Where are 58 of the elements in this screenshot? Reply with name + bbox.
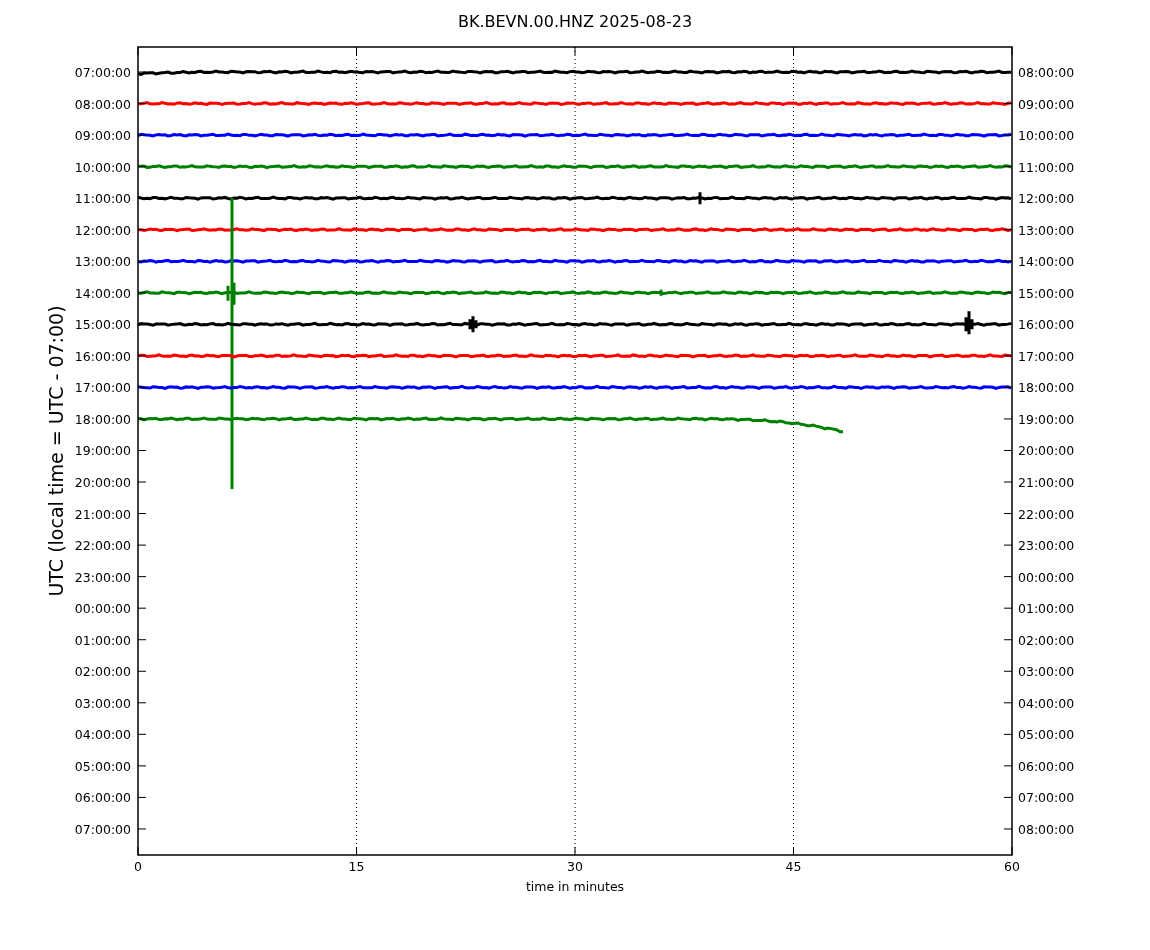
y-tick-label: 16:00:00 — [74, 348, 131, 364]
y-tick-label: 14:00:00 — [74, 285, 131, 301]
y-tick-label: 01:00:00 — [1018, 601, 1075, 617]
x-axis-label: time in minutes — [525, 879, 625, 894]
y-tick-label: 01:00:00 — [74, 632, 131, 648]
y-tick-label: 15:00:00 — [1018, 285, 1075, 301]
x-tick-label: 15 — [348, 859, 365, 874]
y-axis-label: UTC (local time = UTC - 07:00) — [45, 305, 67, 597]
y-tick-label: 03:00:00 — [1018, 664, 1075, 680]
y-tick-label: 02:00:00 — [1018, 632, 1075, 648]
y-tick-label: 20:00:00 — [74, 475, 131, 490]
y-tick-label: 03:00:00 — [74, 695, 131, 711]
y-tick-label: 11:00:00 — [1018, 159, 1075, 175]
x-tick-label: 60 — [1004, 859, 1020, 874]
x-tick-label: 30 — [567, 859, 583, 874]
y-tick-label: 09:00:00 — [1018, 96, 1075, 112]
y-tick-label: 21:00:00 — [74, 506, 131, 522]
y-tick-label: 08:00:00 — [1018, 65, 1075, 80]
y-tick-label: 12:00:00 — [1018, 191, 1075, 207]
y-tick-label: 11:00:00 — [74, 191, 131, 207]
x-tick-label: 45 — [785, 859, 802, 874]
y-tick-label: 07:00:00 — [74, 821, 131, 837]
y-tick-label: 10:00:00 — [1018, 128, 1075, 144]
plot-title: BK.BEVN.00.HNZ 2025-08-23 — [457, 12, 693, 31]
y-tick-label: 21:00:00 — [1018, 475, 1075, 490]
y-tick-label: 07:00:00 — [1018, 790, 1075, 806]
y-tick-label: 17:00:00 — [74, 380, 131, 396]
y-tick-label: 23:00:00 — [1018, 538, 1075, 554]
y-tick-label: 16:00:00 — [1018, 317, 1075, 333]
y-tick-label: 06:00:00 — [74, 790, 131, 806]
y-tick-label: 20:00:00 — [1018, 443, 1075, 459]
y-tick-label: 13:00:00 — [74, 254, 131, 270]
y-tick-label: 08:00:00 — [1018, 821, 1075, 837]
x-tick-label: 0 — [134, 859, 142, 874]
y-tick-label: 19:00:00 — [74, 443, 131, 459]
y-tick-label: 19:00:00 — [1018, 411, 1075, 427]
y-tick-label: 15:00:00 — [74, 317, 131, 333]
y-tick-label: 00:00:00 — [74, 601, 131, 617]
y-tick-label: 12:00:00 — [74, 222, 131, 238]
y-tick-label: 04:00:00 — [74, 727, 131, 743]
y-tick-label: 18:00:00 — [74, 411, 131, 427]
y-tick-label: 02:00:00 — [74, 664, 131, 680]
y-tick-label: 14:00:00 — [1018, 254, 1075, 270]
y-tick-label: 23:00:00 — [74, 569, 131, 585]
y-tick-label: 06:00:00 — [1018, 758, 1075, 774]
y-tick-label: 07:00:00 — [74, 65, 131, 80]
y-tick-label: 13:00:00 — [1018, 222, 1075, 238]
y-tick-label: 08:00:00 — [74, 96, 131, 112]
y-tick-label: 10:00:00 — [74, 159, 131, 175]
y-tick-label: 00:00:00 — [1018, 569, 1075, 585]
y-tick-label: 05:00:00 — [1018, 727, 1075, 743]
y-tick-label: 17:00:00 — [1018, 348, 1075, 364]
y-tick-label: 05:00:00 — [74, 758, 131, 774]
y-tick-label: 04:00:00 — [1018, 695, 1075, 711]
y-tick-label: 22:00:00 — [1018, 506, 1075, 522]
y-tick-label: 09:00:00 — [74, 128, 131, 144]
y-tick-label: 18:00:00 — [1018, 380, 1075, 396]
y-tick-label: 22:00:00 — [74, 538, 131, 554]
